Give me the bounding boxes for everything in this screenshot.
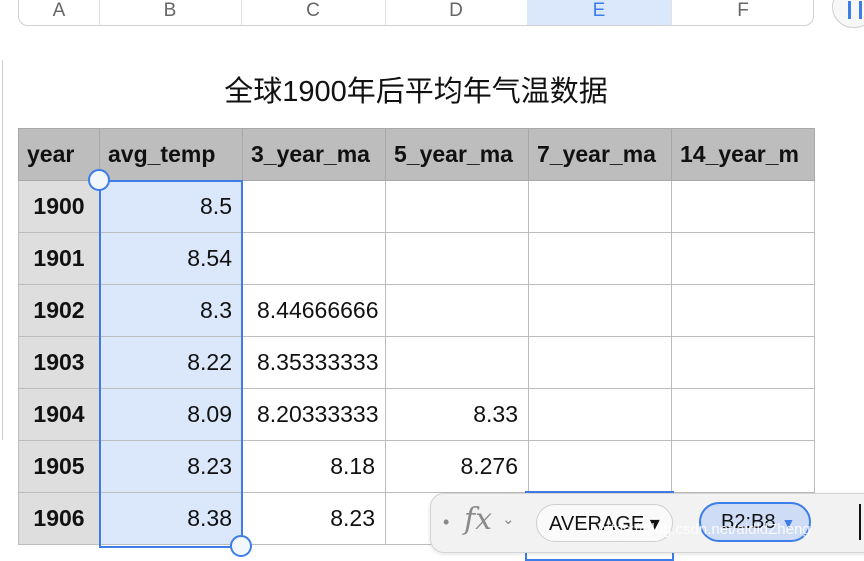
ma7-cell[interactable] <box>528 336 672 389</box>
header-cell-year[interactable]: year <box>18 128 100 181</box>
ma5-cell[interactable] <box>385 180 529 233</box>
ma3-cell[interactable] <box>242 232 386 285</box>
year-cell[interactable]: 1901 <box>18 232 100 285</box>
ma7-cell[interactable] <box>528 284 672 337</box>
ma3-cell[interactable]: 8.35333333 <box>242 336 386 389</box>
header-cell-14-year-ma[interactable]: 14_year_m <box>671 128 815 181</box>
ma7-cell[interactable] <box>528 388 672 441</box>
year-cell[interactable]: 1904 <box>18 388 100 441</box>
ma14-cell[interactable] <box>671 284 815 337</box>
ma3-cell[interactable]: 8.23 <box>242 492 386 545</box>
column-header-e[interactable]: E <box>527 0 672 25</box>
ma5-cell[interactable]: 8.276 <box>385 440 529 493</box>
ma3-cell[interactable]: 8.20333333 <box>242 388 386 441</box>
column-header-c[interactable]: C <box>241 0 386 25</box>
function-icon[interactable]: fx <box>464 502 492 537</box>
sheet-left-edge <box>0 60 3 440</box>
pause-button[interactable] <box>832 0 864 28</box>
year-cell[interactable]: 1903 <box>18 336 100 389</box>
year-cell[interactable]: 1900 <box>18 180 100 233</box>
year-cell[interactable]: 1906 <box>18 492 100 545</box>
ma3-cell[interactable]: 8.18 <box>242 440 386 493</box>
bullet-icon: • <box>443 512 450 532</box>
ma14-cell[interactable] <box>671 232 815 285</box>
year-cell[interactable]: 1902 <box>18 284 100 337</box>
ma14-cell[interactable] <box>671 440 815 493</box>
ma3-cell[interactable] <box>242 180 386 233</box>
ma14-cell[interactable] <box>671 336 815 389</box>
ma14-cell[interactable] <box>671 388 815 441</box>
text-cursor <box>859 504 861 540</box>
column-header-strip: A B C D E F <box>18 0 814 26</box>
ma7-cell[interactable] <box>528 440 672 493</box>
header-cell-3-year-ma[interactable]: 3_year_ma <box>242 128 386 181</box>
header-cell-7-year-ma[interactable]: 7_year_ma <box>528 128 672 181</box>
ma5-cell[interactable] <box>385 336 529 389</box>
ma7-cell[interactable] <box>528 180 672 233</box>
selection-handle-top[interactable] <box>88 169 110 191</box>
ma7-cell[interactable] <box>528 232 672 285</box>
column-header-d[interactable]: D <box>385 0 528 25</box>
ma5-cell[interactable] <box>385 284 529 337</box>
year-cell[interactable]: 1905 <box>18 440 100 493</box>
chevron-down-icon[interactable]: ⌄ <box>502 510 515 528</box>
selection-handle-bottom[interactable] <box>230 535 252 557</box>
column-header-f[interactable]: F <box>671 0 813 25</box>
header-cell-avg-temp[interactable]: avg_temp <box>99 128 243 181</box>
ma5-cell[interactable]: 8.33 <box>385 388 529 441</box>
pause-icon <box>848 1 862 19</box>
column-header-a[interactable]: A <box>19 0 100 25</box>
sheet-title: 全球1900年后平均年气温数据 <box>224 76 608 108</box>
column-header-b[interactable]: B <box>99 0 242 25</box>
watermark: https://blog.csdn.net/aidldZheng <box>598 521 811 538</box>
range-selection-outline <box>99 180 243 548</box>
ma3-cell[interactable]: 8.44666666 <box>242 284 386 337</box>
ma5-cell[interactable] <box>385 232 529 285</box>
table-header-row: year avg_temp 3_year_ma 5_year_ma 7_year… <box>18 128 815 181</box>
header-cell-5-year-ma[interactable]: 5_year_ma <box>385 128 529 181</box>
ma14-cell[interactable] <box>671 180 815 233</box>
